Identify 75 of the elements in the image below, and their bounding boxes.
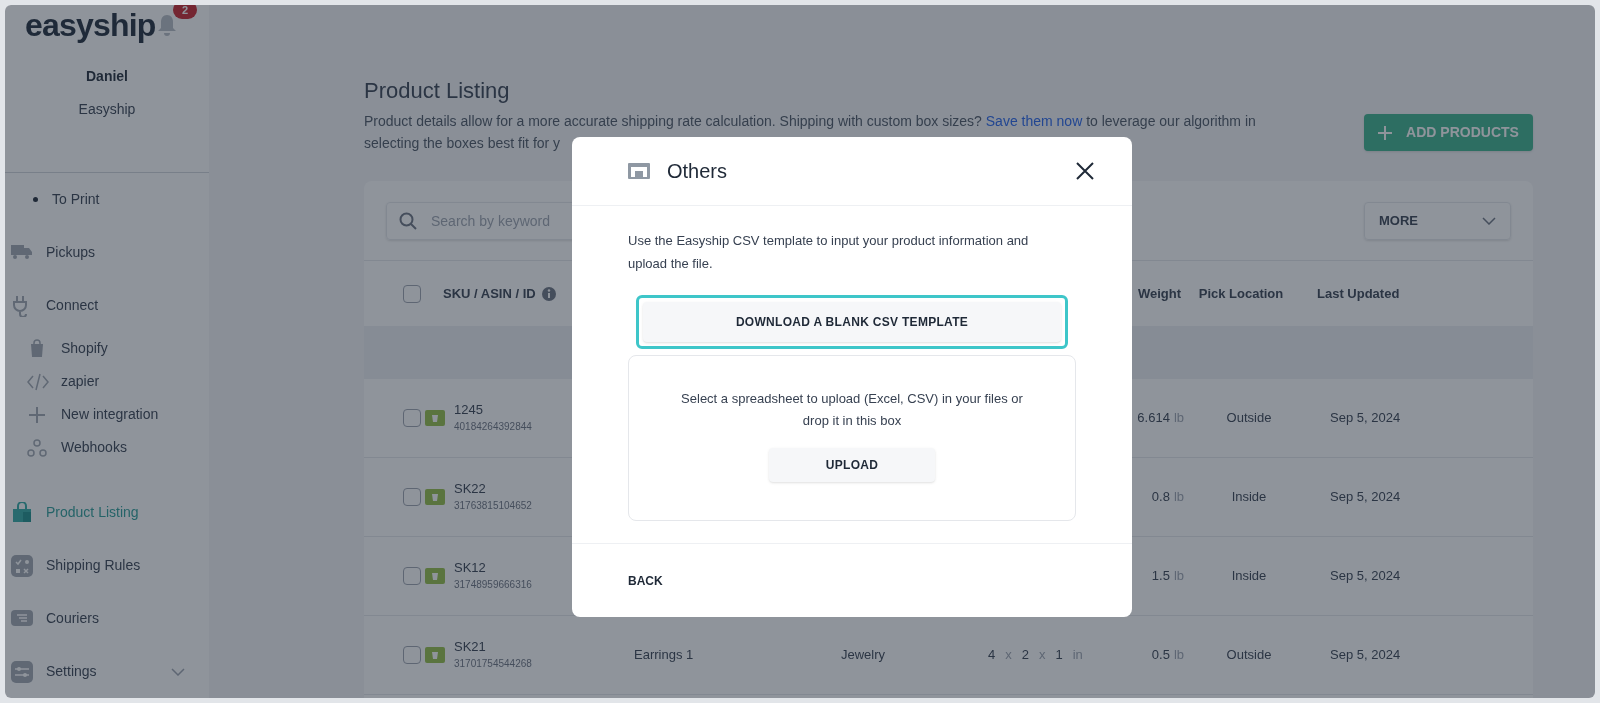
back-button[interactable]: BACK [628, 571, 663, 590]
sidebar-item[interactable]: New integration [5, 398, 209, 431]
shopping-bag-icon [425, 410, 445, 426]
webhook-icon [27, 437, 49, 458]
user-name: Daniel [85, 67, 129, 86]
table-cell-text: Sep 5, 2024 [1330, 646, 1401, 665]
checkbox[interactable] [403, 567, 421, 585]
table-cell-text: Sep 5, 2024 [1330, 409, 1401, 428]
search-icon [399, 211, 417, 230]
upload-button[interactable]: UPLOAD [769, 448, 935, 482]
sidebar-item[interactable]: Pickups [5, 226, 209, 279]
sidebar-item[interactable]: Product Listing [5, 486, 209, 539]
id-text: 31763815104652 [454, 499, 533, 513]
id-text: 40184264392844 [454, 420, 533, 434]
sidebar-item[interactable]: Shopify [5, 332, 209, 365]
column-header: SKU / ASIN / ID [443, 284, 536, 303]
sidebar-item[interactable]: Webhooks [5, 431, 209, 464]
shopping-bag-icon [425, 489, 445, 505]
modal-title: Others [667, 159, 729, 184]
chevron-down-icon [171, 667, 185, 676]
table-cell-text: Outside [1225, 409, 1273, 428]
table-cell-text: Sep 5, 2024 [1330, 567, 1401, 586]
table-cell-text: Inside [1230, 488, 1268, 507]
close-button[interactable] [1076, 161, 1096, 181]
chevron-down-icon [1482, 216, 1496, 225]
dimension-text: 4 [988, 646, 996, 665]
checkbox[interactable] [403, 284, 421, 303]
plus-icon [1378, 125, 1393, 140]
dimension-text: 1 [1055, 646, 1063, 665]
page-title: Product Listing [364, 77, 511, 105]
table-cell-text: Outside [1225, 646, 1273, 665]
more-dropdown[interactable]: MORE [1364, 201, 1511, 240]
code-icon [27, 371, 49, 392]
sidebar-item[interactable]: Connect [5, 279, 209, 332]
sidebar-item[interactable]: zapier [5, 365, 209, 398]
shopping-bag-icon [425, 647, 445, 663]
id-text: 31701754544268 [454, 657, 533, 671]
sidebar-item[interactable]: Settings [5, 645, 209, 698]
table-cell-text: Jewelry [841, 646, 887, 665]
upload-instructions: Select a spreadsheet to upload (Excel, CSV) in your files or drop it in this box [680, 390, 1024, 430]
company-name: Easyship [77, 100, 137, 119]
sku-text: SK22 [454, 480, 487, 498]
sidebar-item[interactable]: To Print [5, 188, 209, 210]
column-header: Weight [1136, 284, 1181, 303]
close-icon [1076, 162, 1094, 180]
save-link[interactable]: Save them now [985, 113, 1083, 129]
weight-value: 0.5 [1151, 646, 1170, 665]
shopping-bags-icon [11, 501, 33, 524]
sidebar-item[interactable]: Shipping Rules [5, 539, 209, 592]
checkbox[interactable] [403, 409, 421, 427]
rules-icon [11, 554, 33, 577]
upload-drop-zone[interactable]: Select a spreadsheet to upload (Excel, CSV) in your files or drop it in this box UPLOAD [628, 355, 1076, 521]
table-cell-text: Earrings 1 [634, 646, 695, 665]
weight-value: 0.8 [1151, 488, 1170, 507]
weight-value: 6.614 [1137, 409, 1170, 428]
sku-text: SK12 [454, 559, 487, 577]
info-icon [541, 286, 556, 301]
shopping-bag-icon [425, 568, 445, 584]
sidebar-item[interactable]: Couriers [5, 592, 209, 645]
table-cell-text: Sep 5, 2024 [1330, 488, 1401, 507]
checkbox[interactable] [403, 646, 421, 664]
column-header: Pick Location [1197, 284, 1285, 303]
download-template-button[interactable]: DOWNLOAD A BLANK CSV TEMPLATE [643, 302, 1061, 342]
notification-badge: 2 [173, 5, 198, 19]
bullet-icon [33, 196, 38, 202]
checkbox[interactable] [403, 488, 421, 506]
logo[interactable]: easyship [25, 7, 156, 43]
sku-text: SK21 [454, 638, 487, 656]
sku-text: 1245 [454, 401, 484, 419]
window-icon [628, 163, 650, 179]
table-cell-text: Inside [1230, 567, 1268, 586]
weight-value: 1.5 [1151, 567, 1170, 586]
dimension-text: 2 [1021, 646, 1029, 665]
column-header: Last Updated [1317, 284, 1400, 303]
sliders-icon [11, 660, 33, 683]
